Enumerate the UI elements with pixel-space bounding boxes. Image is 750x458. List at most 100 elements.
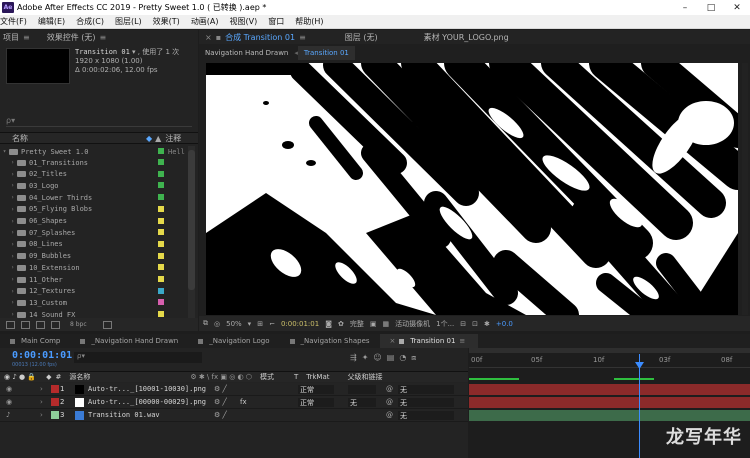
project-root-folder[interactable]: ▾ Pretty Sweet 1.0 Hell bbox=[0, 146, 190, 157]
scroll-thumb[interactable] bbox=[188, 150, 195, 290]
layer-label-color[interactable] bbox=[51, 411, 59, 419]
layer-name[interactable]: Auto-tr..._[00000-00029].png bbox=[88, 398, 206, 406]
project-folder-item[interactable]: › 12_Textures bbox=[0, 286, 190, 297]
project-folder-item[interactable]: › 06_Shapes bbox=[0, 216, 190, 227]
maximize-button[interactable]: □ bbox=[698, 0, 724, 15]
layer-switches[interactable]: ⚙ ╱ bbox=[214, 398, 227, 406]
expand-arrow-icon[interactable]: › bbox=[40, 411, 43, 419]
visibility-toggle-icon[interactable]: ♪ bbox=[6, 411, 10, 419]
column-parent[interactable]: 父级和链接 bbox=[348, 372, 383, 382]
frame-blend-icon[interactable]: ▤ bbox=[387, 353, 400, 362]
project-folder-item[interactable]: › 09_Bubbles bbox=[0, 251, 190, 262]
column-source-name[interactable]: 源名称 bbox=[69, 372, 90, 382]
expand-arrow-icon[interactable]: › bbox=[40, 398, 43, 406]
tab-nav-hand-drawn[interactable]: _Navigation Hand Drawn bbox=[70, 334, 188, 348]
comp-canvas[interactable] bbox=[206, 63, 738, 315]
layer-1-duration-bar[interactable] bbox=[469, 384, 750, 395]
expand-arrow-icon[interactable]: › bbox=[8, 218, 17, 225]
pick-whip-icon[interactable]: @ bbox=[386, 398, 393, 406]
project-folder-item[interactable]: › 05_Flying Blobs bbox=[0, 204, 190, 215]
expand-arrow-icon[interactable]: › bbox=[8, 288, 17, 295]
expand-arrow-icon[interactable]: › bbox=[8, 206, 17, 213]
comp-flowchart-icon[interactable]: ⇶ bbox=[350, 353, 362, 362]
timeline-layer-row[interactable]: ♪ › 3 Transition 01.wav ⚙ ╱ @ 无 bbox=[0, 409, 468, 422]
new-folder-icon[interactable] bbox=[21, 320, 30, 329]
adjust-icon[interactable] bbox=[51, 320, 60, 329]
expand-arrow-icon[interactable]: › bbox=[8, 182, 17, 189]
column-note[interactable]: 注释 bbox=[165, 133, 181, 144]
region-icon[interactable]: ◎ bbox=[214, 320, 220, 328]
layer-label-color[interactable] bbox=[51, 385, 59, 393]
color-channels-icon[interactable]: ✿ bbox=[338, 320, 344, 328]
tab-footage[interactable]: 素材 YOUR_LOGO.png bbox=[424, 32, 509, 43]
column-trkmat[interactable]: TrkMat bbox=[306, 373, 329, 381]
project-folder-item[interactable]: › 11_Other bbox=[0, 274, 190, 285]
blend-mode-select[interactable]: 正常 bbox=[298, 397, 334, 407]
interpret-footage-icon[interactable] bbox=[6, 320, 15, 329]
project-folder-item[interactable]: › 10_Extension bbox=[0, 262, 190, 273]
visibility-toggle-icon[interactable]: ◉ bbox=[6, 398, 12, 406]
expand-arrow-icon[interactable]: ▾ bbox=[0, 148, 9, 155]
zoom-select[interactable]: 50% bbox=[226, 320, 242, 328]
trash-icon[interactable] bbox=[102, 320, 112, 329]
expand-arrow-icon[interactable]: › bbox=[8, 171, 17, 178]
expand-arrow-icon[interactable]: › bbox=[8, 194, 17, 201]
layer-name[interactable]: Auto-tr..._[10001-10030].png bbox=[88, 385, 206, 393]
timeline-layer-row[interactable]: ◉ › 2 Auto-tr..._[00000-00029].png ⚙ ╱ fx 正常 无 @… bbox=[0, 396, 468, 409]
timeline-current-time[interactable]: 0:00:01:01 bbox=[12, 350, 72, 361]
trkmat-select[interactable] bbox=[348, 384, 376, 394]
project-folder-item[interactable]: › 02_Titles bbox=[0, 169, 190, 180]
timeline-layer-row[interactable]: ◉ › 1 Auto-tr..._[10001-10030].png ⚙ ╱ 正常 @ 无 bbox=[0, 383, 468, 396]
expand-arrow-icon[interactable]: › bbox=[8, 159, 17, 166]
playhead[interactable] bbox=[639, 354, 640, 458]
visibility-toggle-icon[interactable]: ◉ bbox=[6, 385, 12, 393]
pick-whip-icon[interactable]: @ bbox=[386, 385, 393, 393]
graph-editor-icon[interactable]: ⧈ bbox=[411, 353, 421, 362]
snapshot-view-icon[interactable]: ⧉ bbox=[203, 319, 208, 328]
minimize-button[interactable]: – bbox=[672, 0, 698, 15]
fx-switch-icon[interactable]: fx bbox=[240, 398, 247, 406]
project-scrollbar[interactable] bbox=[188, 146, 195, 324]
draft-3d-icon[interactable]: ✦ bbox=[362, 353, 374, 362]
panel-menu-icon[interactable]: ≡ bbox=[100, 33, 107, 42]
parent-select[interactable]: 无 bbox=[398, 410, 454, 420]
zoom-dropdown-icon[interactable]: ▾ bbox=[248, 320, 252, 328]
expand-arrow-icon[interactable]: › bbox=[8, 241, 17, 248]
shy-icon[interactable]: ☺ bbox=[373, 353, 386, 362]
expand-arrow-icon[interactable]: › bbox=[8, 276, 17, 283]
menu-help[interactable]: 帮助(H) bbox=[295, 16, 323, 27]
crumb-nav-hand-drawn[interactable]: Navigation Hand Drawn bbox=[199, 46, 294, 60]
roi-icon[interactable]: ▣ bbox=[370, 320, 377, 328]
panel-menu-icon[interactable]: ≡ bbox=[459, 337, 465, 345]
menu-file[interactable]: 文件(F) bbox=[0, 16, 27, 27]
project-folder-item[interactable]: › 03_Logo bbox=[0, 180, 190, 191]
panel-menu-icon[interactable]: ≡ bbox=[299, 33, 306, 42]
expand-arrow-icon[interactable]: › bbox=[8, 299, 17, 306]
menu-window[interactable]: 窗口 bbox=[268, 16, 284, 27]
tab-transition-01[interactable]: × Transition 01 ≡ bbox=[379, 334, 479, 348]
label-column-icon[interactable]: ◆ bbox=[146, 134, 152, 143]
menu-effect[interactable]: 效果(T) bbox=[153, 16, 180, 27]
menu-view[interactable]: 视图(V) bbox=[230, 16, 258, 27]
layer-switches[interactable]: ⚙ ╱ bbox=[214, 385, 227, 393]
menu-layer[interactable]: 图层(L) bbox=[115, 16, 142, 27]
layer-switches[interactable]: ⚙ ╱ bbox=[214, 411, 227, 419]
menu-composition[interactable]: 合成(C) bbox=[76, 16, 104, 27]
tab-nav-logo[interactable]: _Navigation Logo bbox=[188, 334, 279, 348]
tab-layer[interactable]: 图层 (无) bbox=[345, 32, 378, 43]
expand-arrow-icon[interactable]: › bbox=[40, 385, 43, 393]
layer-label-color[interactable] bbox=[51, 398, 59, 406]
flowchart-icon[interactable]: ⊟ bbox=[460, 320, 466, 328]
bpc-indicator[interactable]: 8 bpc bbox=[70, 321, 87, 328]
pick-whip-icon[interactable]: @ bbox=[386, 411, 393, 419]
layer-2-duration-bar[interactable] bbox=[469, 397, 750, 408]
column-t[interactable]: T bbox=[294, 373, 298, 381]
project-folder-item[interactable]: › 07_Splashes bbox=[0, 227, 190, 238]
camera-select[interactable]: 活动摄像机 bbox=[395, 319, 430, 329]
close-tab-icon[interactable]: × bbox=[390, 337, 396, 345]
close-button[interactable]: ✕ bbox=[724, 0, 750, 15]
viewer-scrollbar[interactable] bbox=[742, 63, 748, 315]
project-search-input[interactable]: ρ▾ bbox=[6, 116, 192, 127]
reset-exposure-icon[interactable]: ✱ bbox=[484, 320, 490, 328]
crumb-transition-01[interactable]: Transition 01 bbox=[297, 46, 355, 60]
